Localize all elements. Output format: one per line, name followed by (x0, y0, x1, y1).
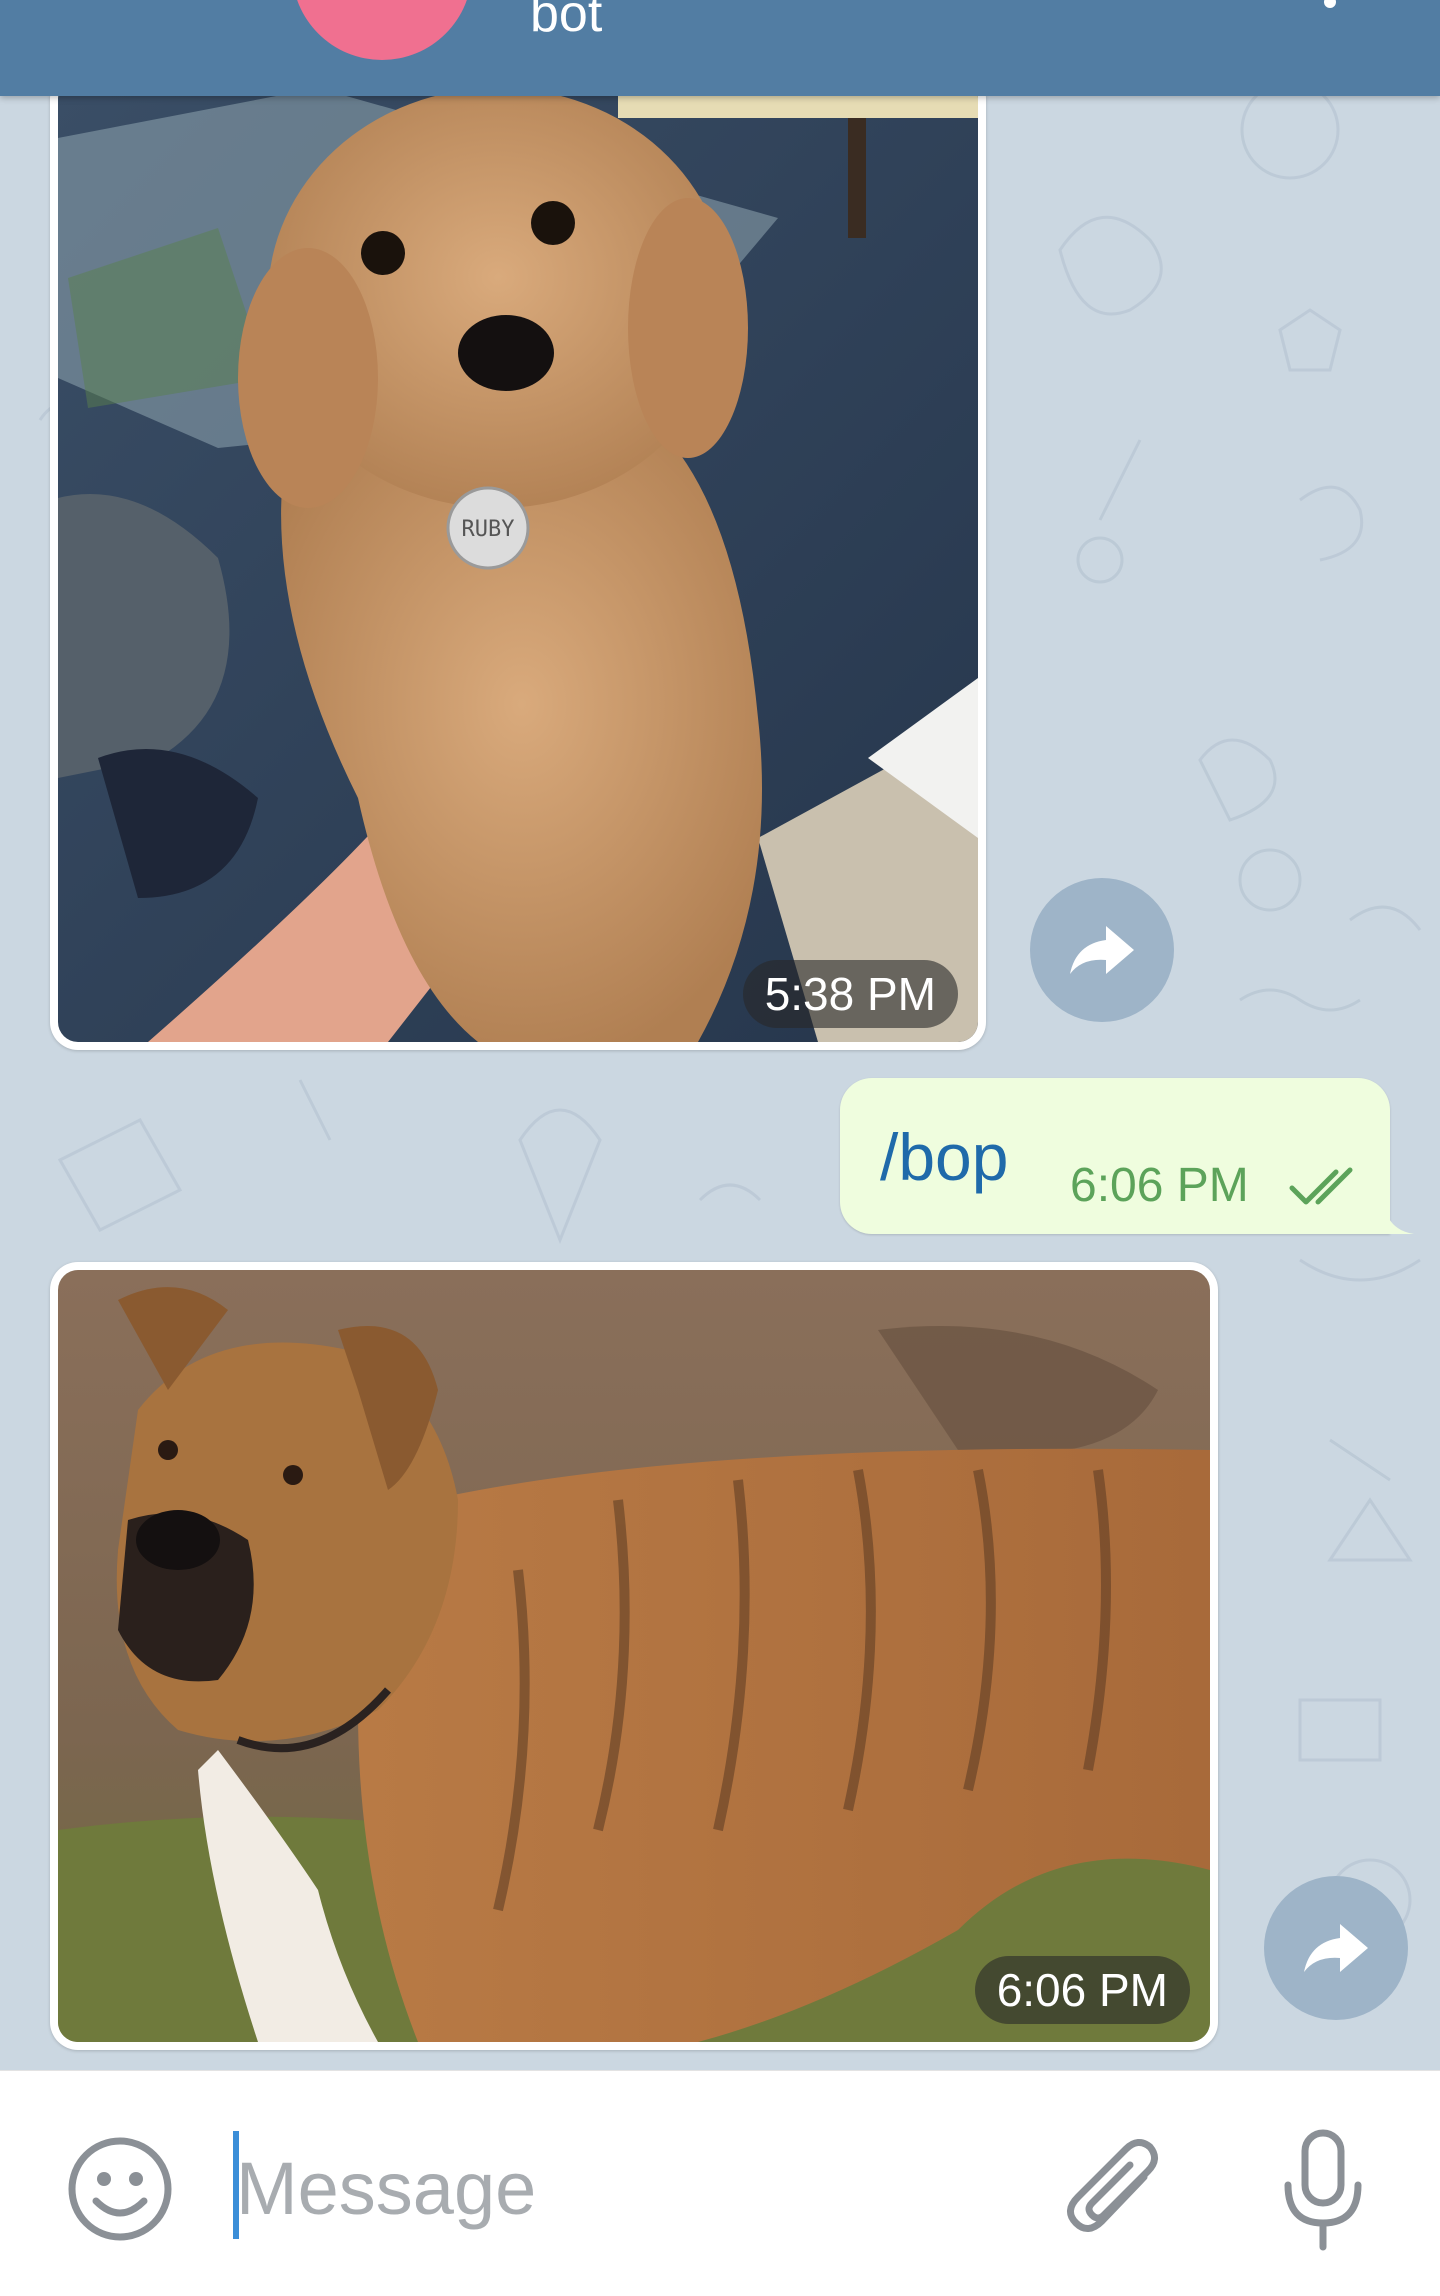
forward-button-1[interactable] (1030, 878, 1174, 1022)
photo-timestamp: 5:38 PM (742, 960, 958, 1028)
brindle-dog-photo[interactable]: 6:06 PM (58, 1270, 1210, 2042)
paperclip-icon[interactable] (1062, 2133, 1168, 2245)
microphone-icon[interactable] (1278, 2127, 1368, 2253)
double-check-icon (1289, 1167, 1353, 1205)
more-vert-icon[interactable] (1318, 0, 1342, 10)
message-composer (0, 2070, 1440, 2296)
share-forward-icon (1304, 1924, 1368, 1972)
share-forward-icon (1070, 926, 1134, 974)
photo-timestamp: 6:06 PM (974, 1956, 1190, 2024)
chat-title[interactable]: bot (530, 0, 602, 46)
photo-message-1[interactable]: RUBY 5:38 PM (50, 70, 986, 1050)
avatar[interactable] (292, 0, 472, 60)
back-arrow-icon[interactable] (92, 0, 152, 18)
photo-message-2[interactable]: 6:06 PM (50, 1262, 1218, 2050)
message-input[interactable] (236, 2133, 996, 2243)
bubble-tail (1384, 1204, 1414, 1234)
outgoing-message[interactable]: /bop 6:06 PM (840, 1078, 1414, 1234)
message-text: /bop (880, 1120, 1009, 1194)
collar-tag-text: RUBY (462, 517, 515, 542)
forward-button-2[interactable] (1264, 1876, 1408, 2020)
poodle-puppy-photo[interactable]: RUBY 5:38 PM (58, 78, 978, 1042)
chat-header: bot (0, 0, 1440, 96)
message-timestamp: 6:06 PM (1070, 1159, 1249, 1212)
smiley-icon[interactable] (66, 2135, 174, 2243)
